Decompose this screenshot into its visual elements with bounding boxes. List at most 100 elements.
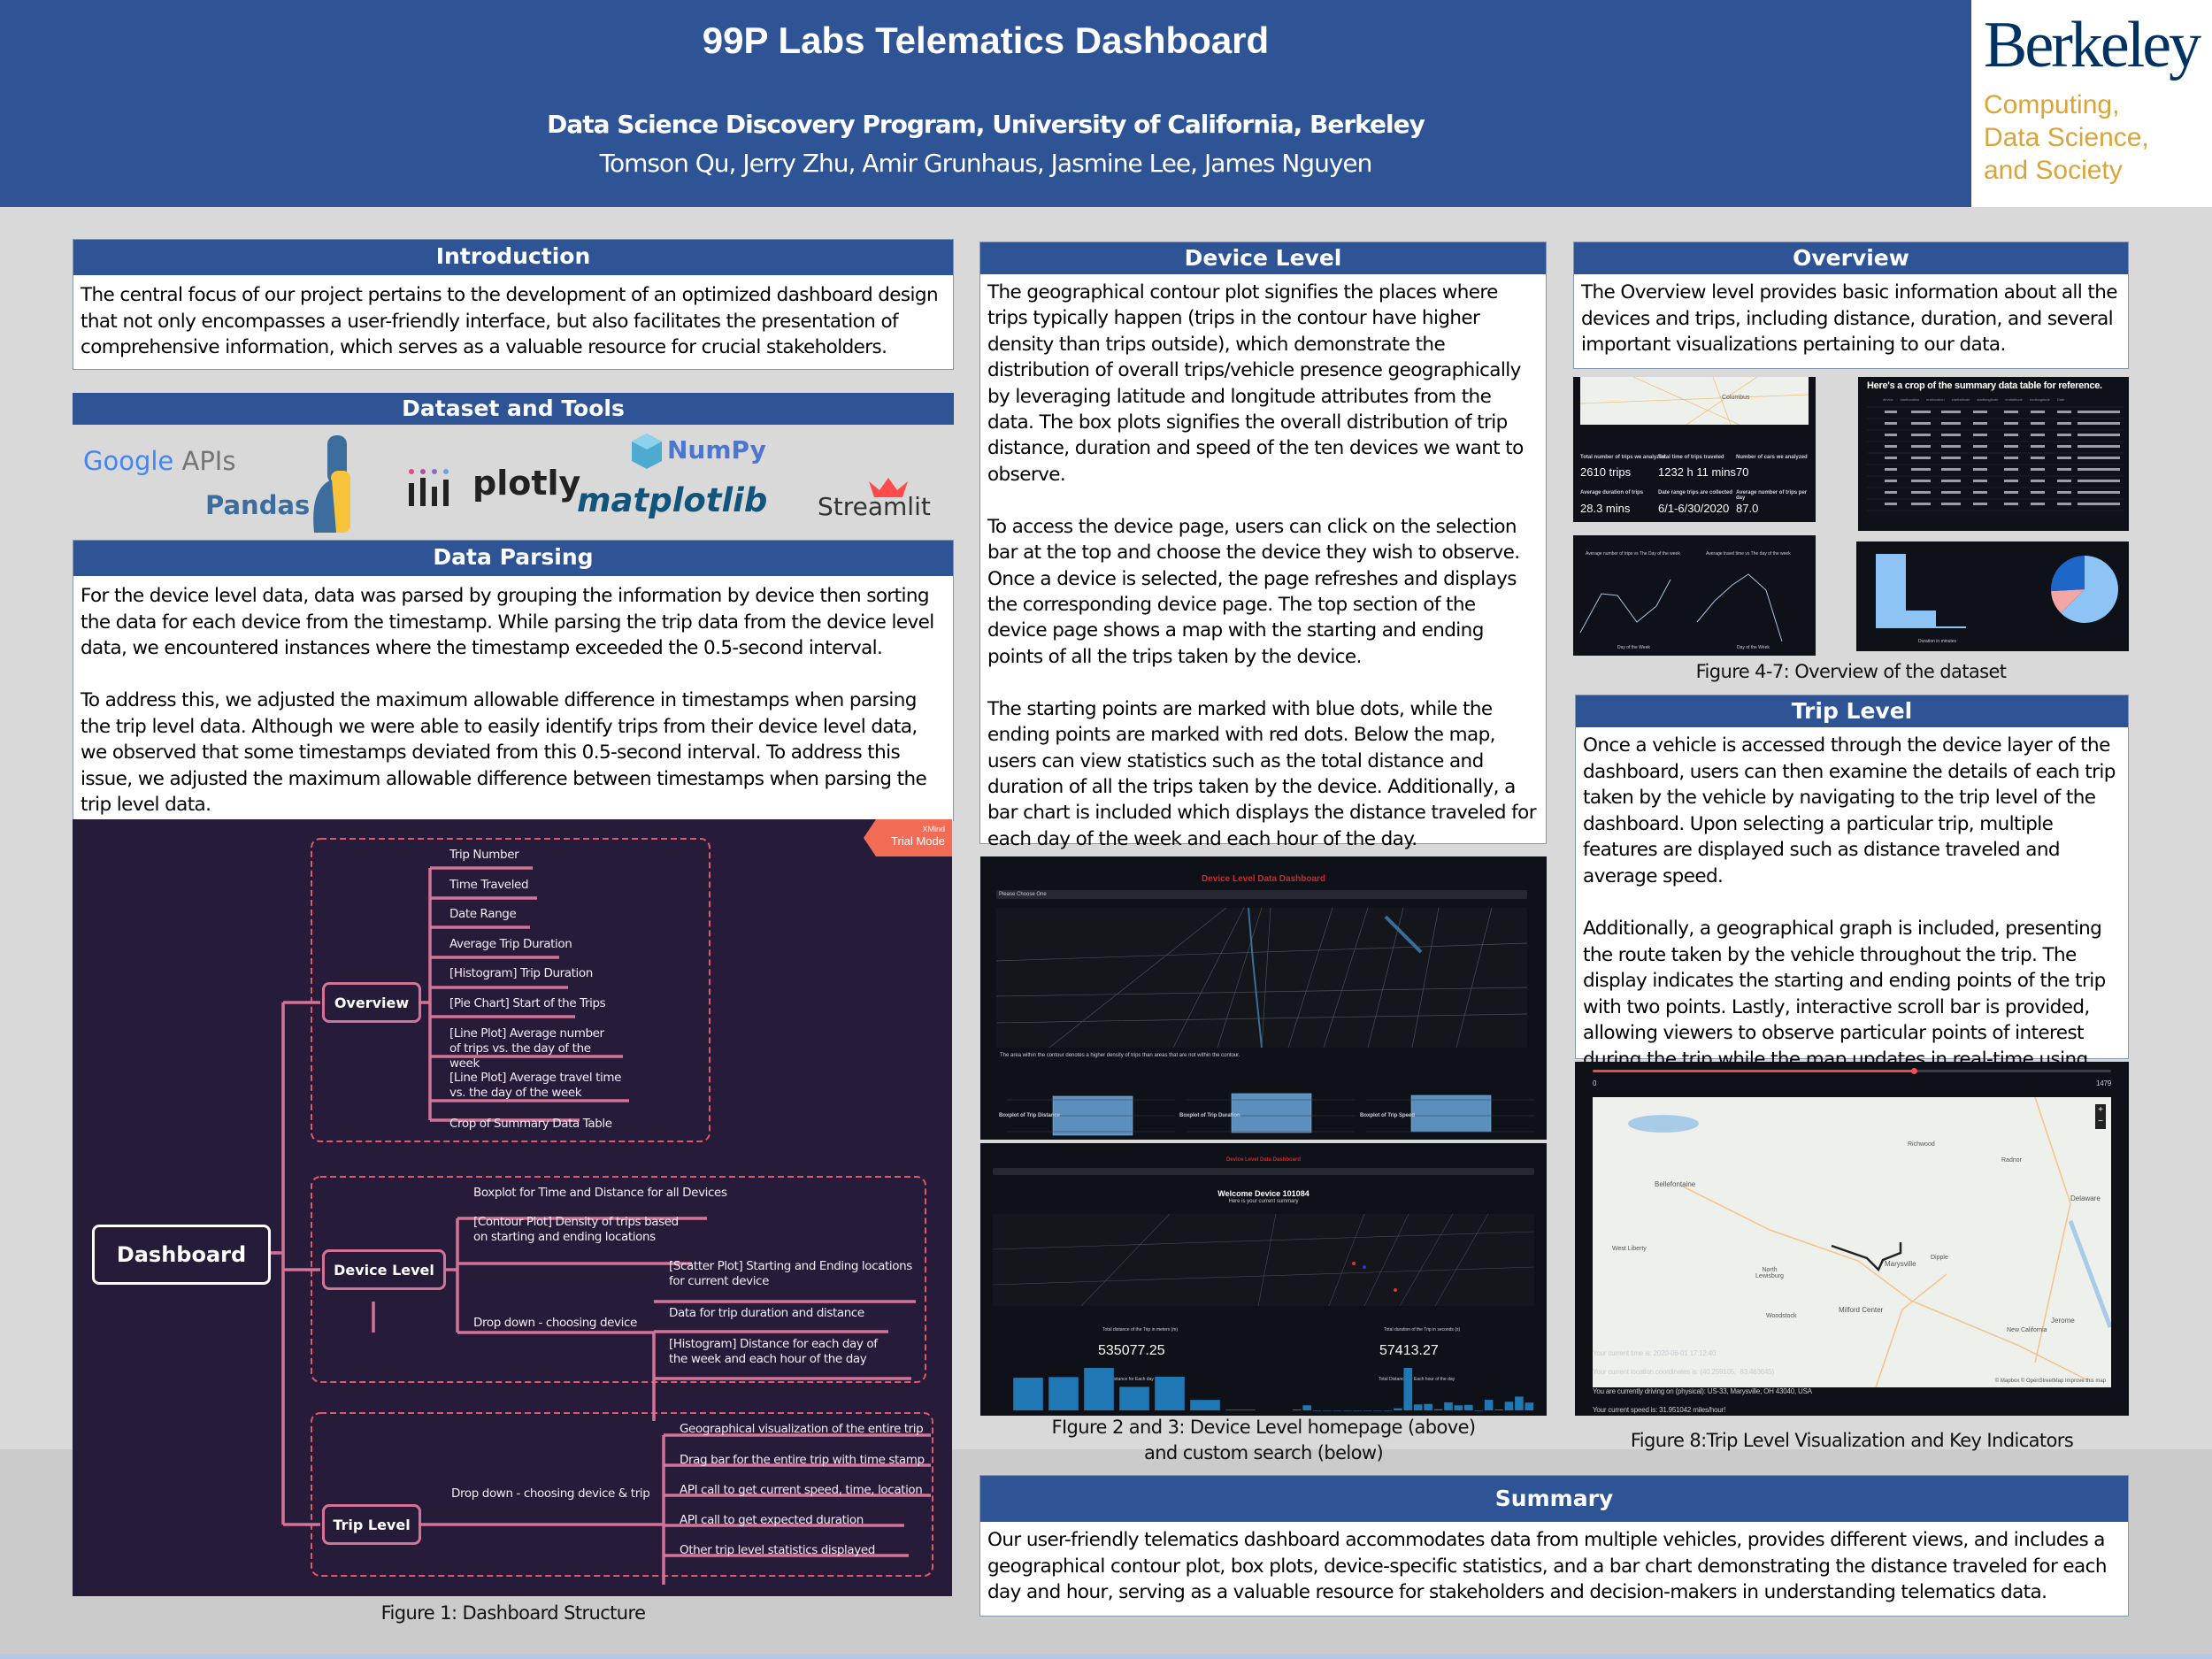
travel-time-line — [1696, 573, 1783, 642]
stat-value: 70 — [1736, 465, 1749, 479]
mindmap-leaf: Time Traveled — [449, 878, 529, 892]
dashboard-structure-mindmap: XMind Trial Mode Dashboard Overview Devic… — [73, 819, 952, 1596]
bar-3 — [1119, 1386, 1149, 1410]
bar-23 — [1525, 1402, 1534, 1410]
overview-map[interactable]: Columbus — [1580, 377, 1809, 425]
boxplot-title: Boxplot of Trip Speed — [1360, 1113, 1416, 1118]
boxplot-duration — [1231, 1093, 1312, 1133]
pie-chart — [2051, 556, 2118, 623]
mindmap-node-overview: Overview — [322, 982, 421, 1023]
histogram-xlabel: Duration in minutes — [1918, 639, 1957, 644]
contour-map[interactable] — [995, 907, 1528, 1048]
boxplots — [1007, 1093, 1534, 1136]
poster-title: 99P Labs Telematics Dashboard — [702, 19, 1270, 61]
mindmap-leaf: Data for trip duration and distance — [669, 1306, 864, 1320]
line-plot-title: Average travel time vs The day of the we… — [1706, 551, 1791, 557]
logo-wordmark: Berkeley — [1984, 9, 2201, 81]
section-heading: Device Level — [980, 242, 1546, 274]
paragraph: To access the device page, users can cli… — [987, 515, 1520, 668]
matplotlib-logo: matplotlib — [577, 481, 768, 519]
program-name: Data Science Discovery Program, Universi… — [547, 110, 1425, 139]
line-plot-title: Average number of trips vs The Day of th… — [1586, 551, 1680, 557]
caption-line: FIgure 2 and 3: Device Level homepage (a… — [1051, 1417, 1476, 1438]
current-time: Your current time is: 2020-06-01 17:12:4… — [1593, 1349, 1717, 1357]
berkeley-logo: Berkeley Computing, Data Science, and So… — [1971, 0, 2212, 207]
welcome-subheading: Here is your current summary — [1228, 1199, 1299, 1204]
mindmap-leaf: [Line Plot] Average travel time vs. the … — [449, 1071, 621, 1100]
map-roads — [995, 907, 1528, 1048]
pandas-logo: Pandas — [205, 490, 311, 520]
bar-2 — [1084, 1368, 1114, 1410]
bar-10 — [1394, 1408, 1402, 1410]
streamlit-logo: Streamlit — [818, 492, 931, 521]
trip-time-slider[interactable] — [1593, 1068, 2111, 1074]
paragraph: The Overview level provides basic inform… — [1581, 281, 2118, 356]
map-roads — [992, 1213, 1535, 1307]
dashboard-title: Device Level Data Dashboard — [1225, 1157, 1302, 1163]
boxplot-title: Boxplot of Trip Distance — [999, 1113, 1061, 1118]
trip-level-screenshot: 0 1479 + − Bellefontaine West Liberty Nor… — [1575, 1062, 2129, 1416]
trip-scatter-map[interactable] — [992, 1213, 1535, 1307]
introduction-text: The central focus of our project pertain… — [73, 275, 953, 368]
trips-line — [1579, 579, 1671, 634]
bar-17 — [1463, 1404, 1473, 1410]
figure-2-3-caption: FIgure 2 and 3: Device Level homepage (a… — [980, 1415, 1547, 1466]
dashboard-title: Device Level Data Dashboard — [1201, 874, 1326, 884]
trip-level-panel: Trip Level Once a vehicle is accessed th… — [1575, 695, 2129, 1097]
histogram-bar — [1906, 611, 1936, 628]
xmind-trial-badge: XMind Trial Mode — [864, 819, 952, 856]
trip-route-map[interactable]: + − Bellefontaine West Liberty North Lewi… — [1593, 1097, 2111, 1387]
total-distance-value: 535077.25 — [1098, 1343, 1165, 1358]
mindmap-leaf: Trip Number — [449, 848, 519, 862]
bar-18 — [1474, 1410, 1484, 1411]
distance-label: Total distance of the Trip in meters (m) — [1102, 1327, 1179, 1333]
stat-value: 28.3 mins — [1580, 502, 1631, 515]
trip-level-text: Once a vehicle is accessed through the d… — [1576, 727, 2128, 1106]
data-parsing-text: For the device level data, data was pars… — [73, 576, 953, 826]
device-select[interactable]: Please Choose One — [996, 890, 1527, 899]
bar-0 — [1292, 1409, 1302, 1410]
overview-stats-screenshot: Columbus Total number of trips we analyz… — [1573, 377, 1816, 522]
city-label: Jerome — [2051, 1317, 2075, 1325]
python-icon — [313, 435, 350, 533]
bar-13 — [1424, 1403, 1432, 1410]
section-heading: Overview — [1574, 242, 2128, 274]
caption-line: and custom search (below) — [1143, 1442, 1384, 1463]
table-header: device startlocation endlocation startlatit… — [1883, 397, 2064, 402]
figure-8-caption: Figure 8:Trip Level Visualization and Ke… — [1630, 1430, 2074, 1451]
summary-text: Our user-friendly telematics dashboard a… — [980, 1522, 2128, 1613]
bar-21 — [1504, 1402, 1514, 1410]
mindmap-leaf: [Histogram] Trip Duration — [449, 966, 593, 980]
plotly-icon — [409, 469, 449, 506]
welcome-heading: Welcome Device 101084 — [1217, 1189, 1310, 1198]
stat-value: 2610 trips — [1580, 465, 1632, 479]
bar-0 — [1013, 1378, 1043, 1410]
slider-handle[interactable] — [1911, 1068, 1918, 1074]
table-title: Here's a crop of the summary data table … — [1867, 380, 2102, 391]
paragraph: The central focus of our project pertain… — [81, 284, 939, 358]
table-column-header: device — [1883, 397, 1893, 402]
numpy-icon — [632, 434, 662, 469]
google-text: Google — [83, 446, 174, 476]
pie-slice-2 — [2051, 556, 2085, 592]
bar-5 — [1190, 1400, 1220, 1410]
slider-min: 0 — [1593, 1079, 1597, 1087]
mindmap-leaf: Drop down - choosing device & trip — [451, 1486, 650, 1501]
paragraph: To address this, we adjusted the maximum… — [81, 689, 927, 816]
mindmap-root-node: Dashboard — [92, 1225, 271, 1285]
bar-5 — [1342, 1410, 1352, 1411]
introduction-panel: Introduction The central focus of our pr… — [73, 239, 954, 370]
mindmap-leaf: Drop down - choosing device — [473, 1316, 637, 1330]
table-column-header: endlocation — [1926, 397, 1945, 402]
stat-label: Average number of trips per day — [1736, 490, 1808, 501]
device-select[interactable] — [993, 1168, 1534, 1175]
total-duration-value: 57413.27 — [1379, 1343, 1439, 1358]
line-plots-screenshot: Average number of trips vs The Day of th… — [1573, 535, 1816, 656]
mindmap-leaf: Crop of Summary Data Table — [449, 1117, 612, 1131]
map-zoom-control[interactable]: + − — [2095, 1104, 2106, 1129]
histogram-bar — [1936, 626, 1966, 628]
plotly-logo: plotly — [472, 464, 581, 503]
mindmap-leaf: Boxplot for Time and Distance for all De… — [473, 1186, 727, 1200]
tool-logos: Google APIs Pandas plotly NumPy matplotl… — [73, 428, 954, 534]
bar-19 — [1484, 1400, 1494, 1410]
